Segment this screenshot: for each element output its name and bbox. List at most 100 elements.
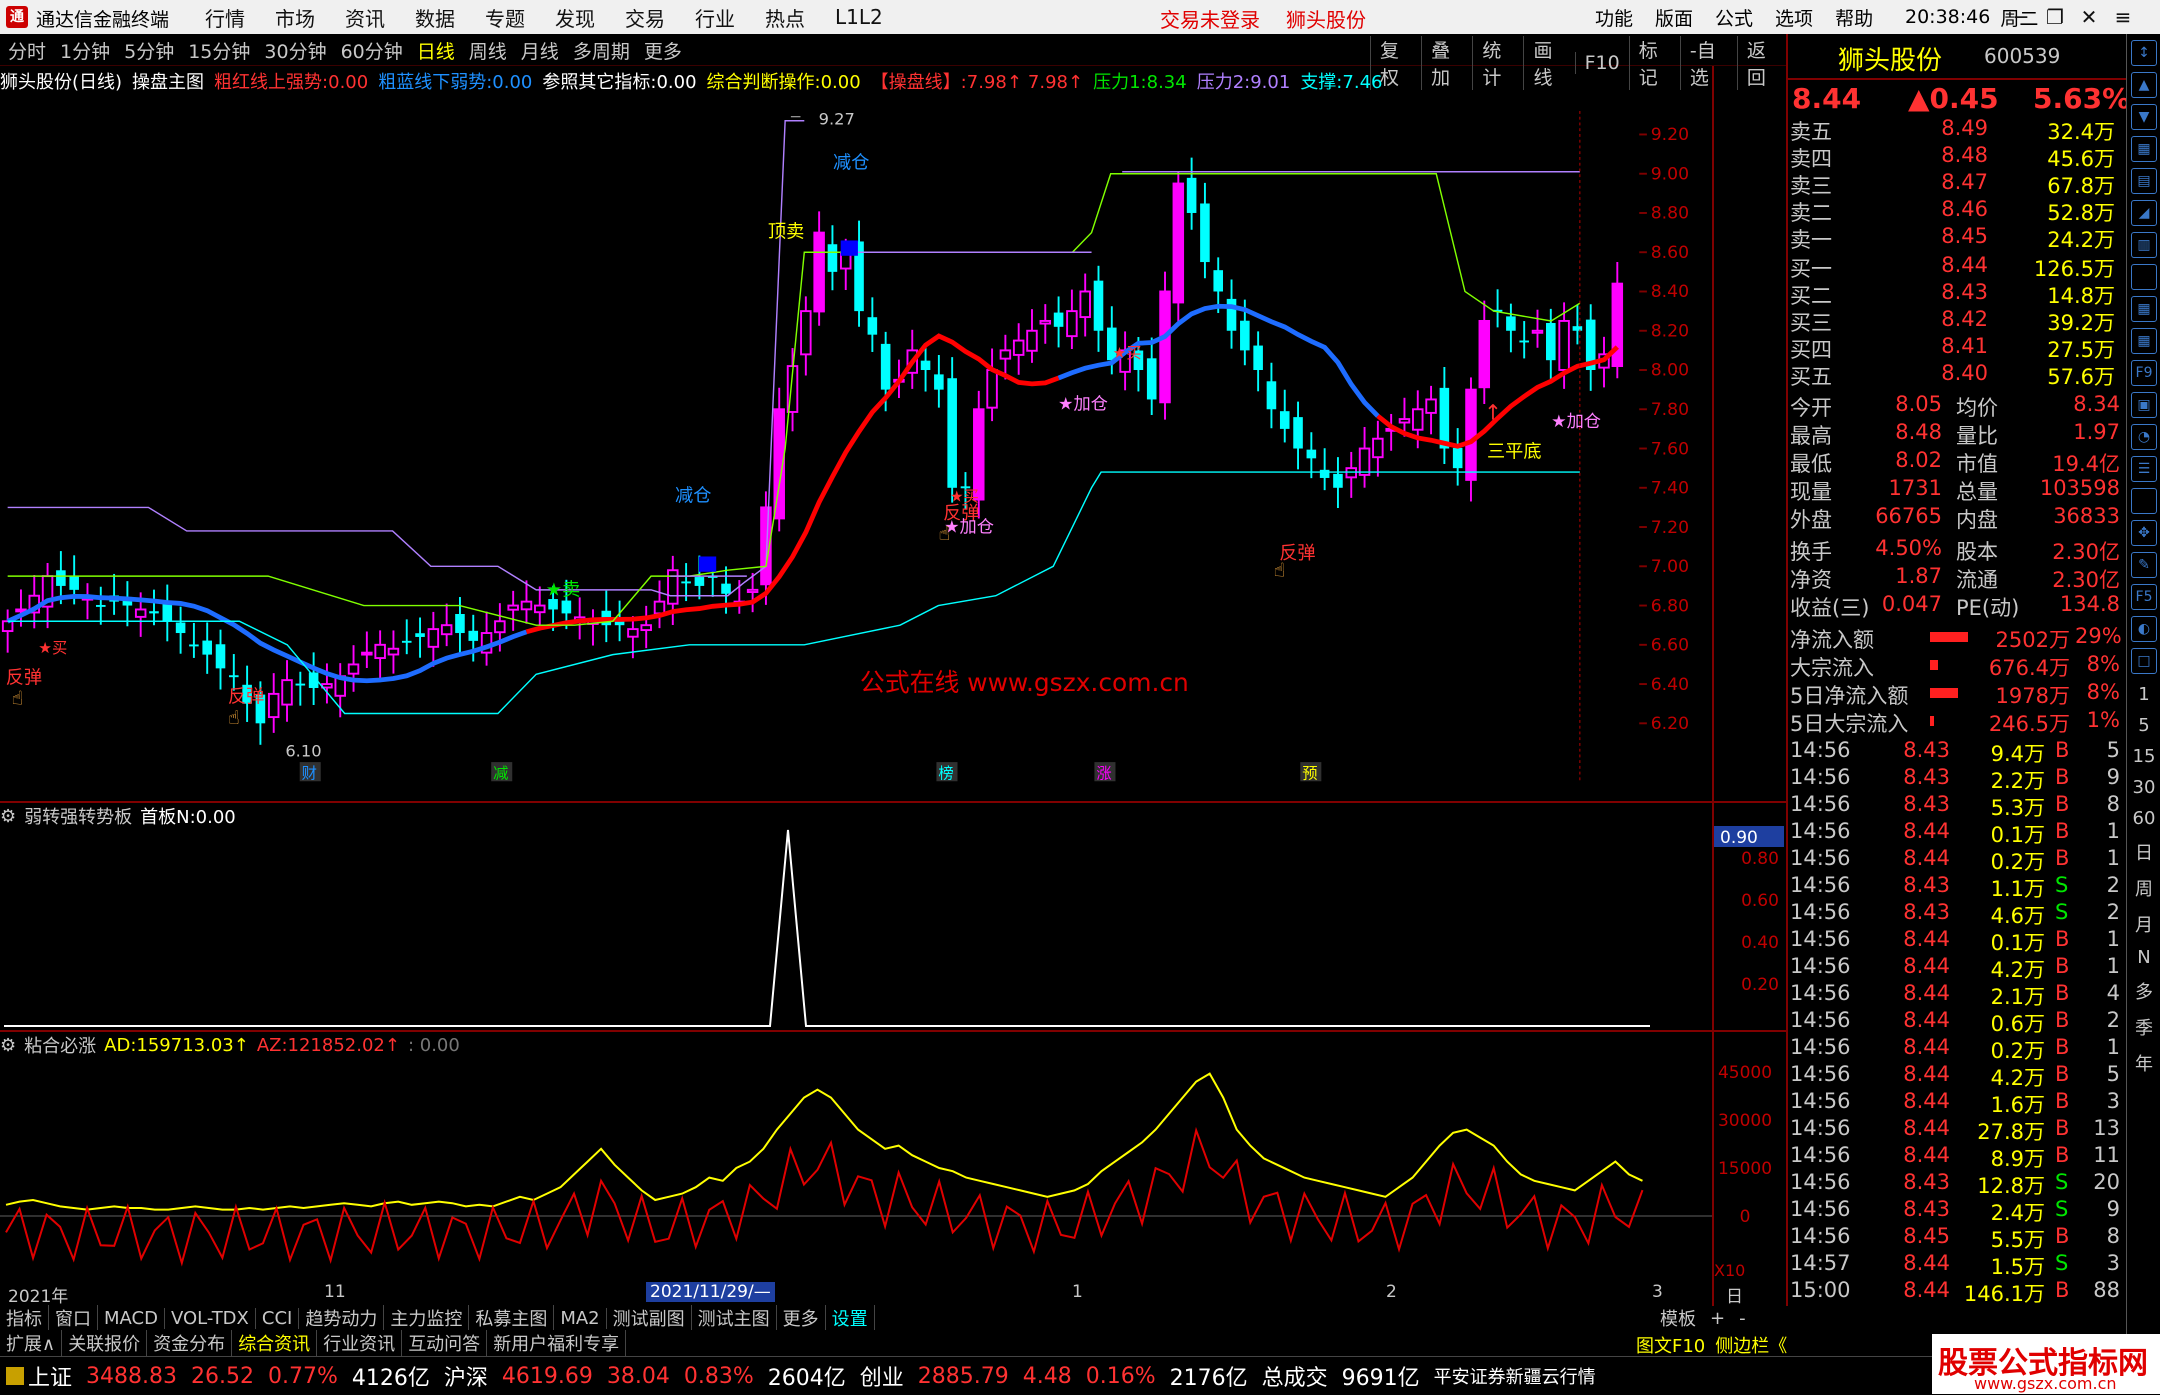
indicator-tab-5[interactable]: 趋势动力 — [299, 1305, 385, 1331]
timeframe-3[interactable]: 15分钟 — [188, 37, 250, 64]
sidebar-tool-icon[interactable]: ◔ — [2131, 424, 2157, 450]
indicator-tab-3[interactable]: VOL-TDX — [165, 1307, 256, 1329]
menu-6[interactable]: 交易 — [625, 3, 665, 32]
news-tab-5[interactable]: 互动问答 — [402, 1330, 488, 1356]
menu-icon[interactable]: ≡ — [2106, 0, 2140, 34]
sidebar-tool-icon[interactable]: F5 — [2131, 584, 2157, 610]
minute-period-15[interactable]: 15 — [2127, 746, 2160, 767]
news-tab-1[interactable]: 关联报价 — [62, 1330, 148, 1356]
indicator-tab-12[interactable]: 设置 — [826, 1305, 875, 1331]
sidebar-tool-icon[interactable]: ▤ — [2131, 168, 2157, 194]
indicator-tab-2[interactable]: MACD — [98, 1307, 165, 1329]
period-1[interactable]: 周 — [2127, 875, 2160, 901]
indicator-tab-6[interactable]: 主力监控 — [384, 1305, 470, 1331]
timeframe-6[interactable]: 日线 — [417, 37, 455, 64]
close-icon[interactable]: ✕ — [2072, 0, 2106, 34]
period-4[interactable]: 多 — [2127, 978, 2160, 1004]
bid-row[interactable]: 买二 8.43 14.8万 — [1790, 280, 2120, 308]
minute-period-30[interactable]: 30 — [2127, 777, 2160, 798]
sub2-chart[interactable]: 45000 30000 15000 0 X10 — [0, 1054, 1788, 1282]
menu-9[interactable]: L1L2 — [835, 5, 883, 29]
sidebar-tool-icon[interactable]: ☰ — [2131, 456, 2157, 482]
period-6[interactable]: 年 — [2127, 1050, 2160, 1076]
timeframe-5[interactable]: 60分钟 — [341, 37, 403, 64]
bid-row[interactable]: 买一 8.44 126.5万 — [1790, 253, 2120, 281]
sidebar-tool-icon[interactable]: F9 — [2131, 360, 2157, 386]
settings-icon[interactable]: ⚙ — [0, 1035, 16, 1056]
timeframe-1[interactable]: 1分钟 — [60, 37, 110, 64]
trade-login-alert[interactable]: 交易未登录 — [1160, 4, 1260, 33]
main-indicator-name[interactable]: 操盘主图 — [132, 68, 204, 94]
right-menu-3[interactable]: 选项 — [1775, 4, 1813, 31]
ask-row[interactable]: 卖五 8.49 32.4万 — [1790, 116, 2120, 144]
timeframe-9[interactable]: 多周期 — [573, 37, 630, 64]
right-menu-1[interactable]: 版面 — [1655, 4, 1693, 31]
news-tab-3[interactable]: 综合资讯 — [232, 1330, 318, 1356]
settings-icon[interactable]: ⚙ — [0, 806, 16, 827]
template-btn-2[interactable]: - — [1739, 1308, 1746, 1329]
timeframe-7[interactable]: 周线 — [469, 37, 507, 64]
bid-row[interactable]: 买五 8.40 57.6万 — [1790, 361, 2120, 389]
right-menu-4[interactable]: 帮助 — [1835, 4, 1873, 31]
minute-period-60[interactable]: 60 — [2127, 808, 2160, 829]
news-tab-0[interactable]: 扩展∧ — [0, 1330, 63, 1356]
news-tab-4[interactable]: 行业资讯 — [317, 1330, 403, 1356]
sidebar-tool-icon[interactable] — [2131, 488, 2157, 514]
indicator-tab-11[interactable]: 更多 — [777, 1305, 826, 1331]
bid-row[interactable]: 买三 8.42 39.2万 — [1790, 307, 2120, 335]
ask-row[interactable]: 卖二 8.46 52.8万 — [1790, 197, 2120, 225]
f10-tab[interactable]: 图文F10 — [1636, 1332, 1705, 1358]
sidebar-tool-icon[interactable]: ↕ — [2131, 40, 2157, 66]
timeframe-4[interactable]: 30分钟 — [264, 37, 326, 64]
sidebar-tool-icon[interactable]: ▦ — [2131, 296, 2157, 322]
indicator-tab-1[interactable]: 窗口 — [49, 1305, 98, 1331]
menu-1[interactable]: 市场 — [275, 3, 315, 32]
template-btn-1[interactable]: + — [1710, 1308, 1725, 1329]
sidebar-tool-icon[interactable]: ▼ — [2131, 104, 2157, 130]
period-0[interactable]: 日 — [2127, 839, 2160, 865]
indicator-tab-10[interactable]: 测试主图 — [692, 1305, 777, 1331]
sidebar-tool-icon[interactable]: ◐ — [2131, 616, 2157, 642]
indicator-tab-8[interactable]: MA2 — [554, 1307, 607, 1329]
minute-period-5[interactable]: 5 — [2127, 715, 2160, 736]
menu-4[interactable]: 专题 — [485, 3, 525, 32]
login-alert[interactable]: 交易未登录 狮头股份 — [1160, 4, 1366, 33]
indicator-tab-7[interactable]: 私募主图 — [469, 1305, 555, 1331]
timeframe-0[interactable]: 分时 — [8, 37, 46, 64]
ask-row[interactable]: 卖三 8.47 67.8万 — [1790, 170, 2120, 198]
sidebar-tool-icon[interactable]: ▦ — [2131, 328, 2157, 354]
sidebar-tool-icon[interactable]: ◢ — [2131, 200, 2157, 226]
template-btn-0[interactable]: 模板 — [1660, 1305, 1696, 1331]
sidebar-tool-icon[interactable]: □ — [2131, 648, 2157, 674]
right-menu-2[interactable]: 公式 — [1715, 4, 1753, 31]
period-3[interactable]: N — [2127, 947, 2160, 968]
indicator-tab-9[interactable]: 测试副图 — [607, 1305, 692, 1331]
menu-3[interactable]: 数据 — [415, 3, 455, 32]
sidebar-toggle[interactable]: 侧边栏《 — [1715, 1332, 1787, 1358]
minute-period-1[interactable]: 1 — [2127, 684, 2160, 705]
main-kline-chart[interactable]: 9.20 9.00 8.80 8.60 8.40 8.20 8.00 7.80 7.60 7.40… — [0, 96, 1712, 802]
news-tab-6[interactable]: 新用户福利专享 — [487, 1330, 627, 1356]
menu-5[interactable]: 发现 — [555, 3, 595, 32]
period-2[interactable]: 月 — [2127, 911, 2160, 937]
ask-row[interactable]: 卖四 8.48 45.6万 — [1790, 143, 2120, 171]
sidebar-tool-icon[interactable] — [2131, 264, 2157, 290]
sub1-chart[interactable]: 0.900.80 0.60 0.40 0.20 — [0, 826, 1788, 1030]
sidebar-tool-icon[interactable]: ▣ — [2131, 392, 2157, 418]
timeframe-2[interactable]: 5分钟 — [124, 37, 174, 64]
sidebar-tool-icon[interactable]: ▲ — [2131, 72, 2157, 98]
indicator-tab-4[interactable]: CCI — [256, 1307, 300, 1329]
minimize-icon[interactable]: ─ — [2004, 0, 2038, 34]
menu-2[interactable]: 资讯 — [345, 3, 385, 32]
menu-0[interactable]: 行情 — [205, 3, 245, 32]
timeframe-10[interactable]: 更多 — [644, 37, 682, 64]
ask-row[interactable]: 卖一 8.45 24.2万 — [1790, 224, 2120, 252]
timeframe-8[interactable]: 月线 — [521, 37, 559, 64]
sidebar-tool-icon[interactable]: ▦ — [2131, 136, 2157, 162]
menu-8[interactable]: 热点 — [765, 3, 805, 32]
bid-row[interactable]: 买四 8.41 27.5万 — [1790, 334, 2120, 362]
sidebar-tool-icon[interactable]: ✎ — [2131, 552, 2157, 578]
indicator-tab-0[interactable]: 指标 — [0, 1305, 49, 1331]
period-5[interactable]: 季 — [2127, 1014, 2160, 1040]
news-tab-2[interactable]: 资金分布 — [147, 1330, 233, 1356]
